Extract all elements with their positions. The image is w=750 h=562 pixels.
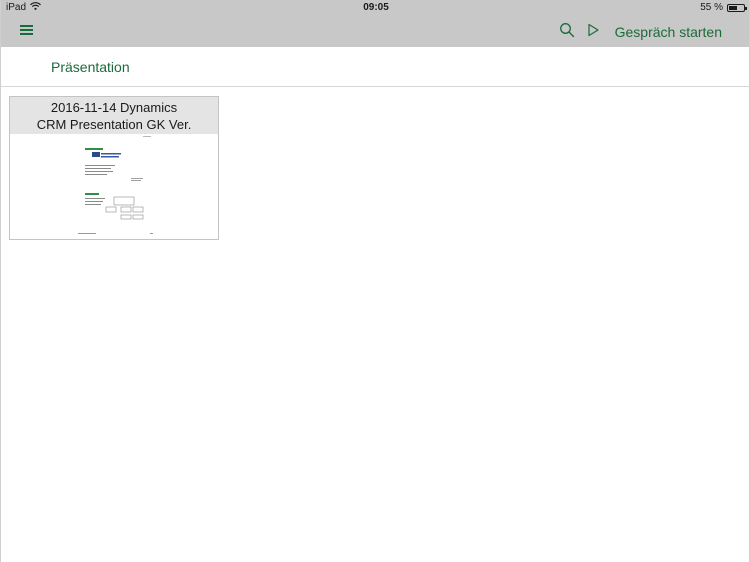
play-button[interactable] <box>583 22 603 42</box>
nav-actions: Gespräch starten <box>557 20 722 44</box>
status-bar: iPad 09:05 55 % <box>1 0 749 16</box>
top-bar: iPad 09:05 55 % Gespräch starten <box>1 0 749 47</box>
section-title[interactable]: Präsentation <box>51 59 130 75</box>
document-title-line-2: CRM Presentation GK Ver. <box>36 117 192 132</box>
document-thumbnail <box>10 134 218 239</box>
battery-level <box>729 5 737 10</box>
document-tile[interactable]: 2016-11-14 Dynamics CRM Presentation GK … <box>9 96 219 240</box>
play-icon <box>586 23 600 42</box>
app-screen: iPad 09:05 55 % Gespräch starten Präsent… <box>0 0 750 562</box>
search-button[interactable] <box>557 22 577 42</box>
status-time: 09:05 <box>363 2 389 13</box>
status-right: 55 % <box>700 2 747 13</box>
document-thumbnail-image <box>78 136 153 234</box>
search-icon <box>559 22 575 43</box>
document-title-line-1: 2016-11-14 Dynamics <box>50 100 178 115</box>
navigation-bar: Gespräch starten <box>1 16 749 47</box>
start-conversation-button[interactable]: Gespräch starten <box>615 24 722 40</box>
battery-cap <box>745 6 747 10</box>
document-title: 2016-11-14 Dynamics CRM Presentation GK … <box>10 97 218 134</box>
battery-icon <box>727 3 747 12</box>
section-header: Präsentation <box>1 47 749 87</box>
hamburger-menu-icon[interactable] <box>20 25 34 37</box>
battery-percent: 55 % <box>700 2 723 13</box>
